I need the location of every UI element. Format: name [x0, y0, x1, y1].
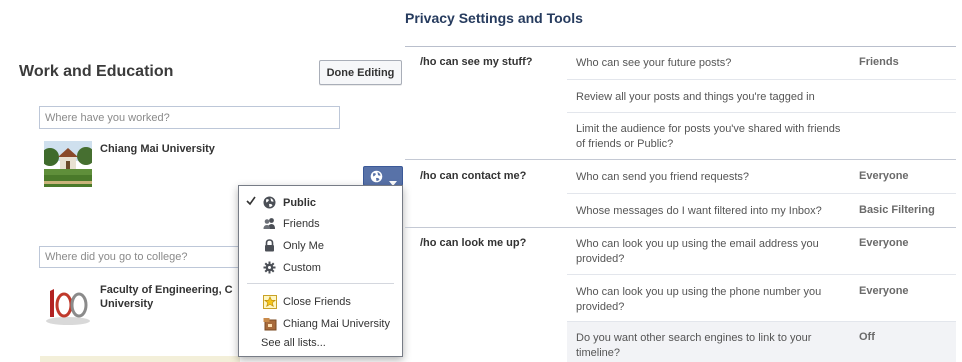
setting-future-posts-value[interactable]: Friends	[859, 56, 899, 68]
menu-item-label: Public	[283, 197, 317, 209]
menu-item-label: Close Friends	[283, 296, 351, 308]
menu-item-only-me[interactable]: Only Me	[239, 236, 402, 256]
setting-review-posts[interactable]: Review all your posts and things you're …	[576, 90, 848, 105]
menu-item-custom[interactable]: Custom	[239, 258, 402, 278]
setting-limit-audience[interactable]: Limit the audience for posts you've shar…	[576, 122, 848, 152]
star-list-icon	[263, 295, 277, 309]
privacy-title: Privacy Settings and Tools	[405, 10, 583, 26]
section-divider	[405, 227, 956, 228]
section-divider	[405, 159, 956, 160]
employer-thumbnail	[44, 141, 92, 187]
school-name[interactable]: Faculty of Engineering, C University	[100, 283, 240, 311]
setting-friend-requests[interactable]: Who can send you friend requests?	[576, 170, 848, 185]
school-thumbnail	[44, 281, 92, 327]
setting-search-engines[interactable]: Do you want other search engines to link…	[576, 331, 848, 361]
setting-future-posts[interactable]: Who can see your future posts?	[576, 56, 848, 71]
setting-email-lookup-value[interactable]: Everyone	[859, 237, 909, 249]
lock-icon	[263, 239, 276, 252]
checkmark-icon	[246, 196, 256, 209]
globe-icon	[370, 170, 383, 186]
menu-item-friends[interactable]: Friends	[239, 214, 402, 234]
row-divider	[567, 274, 956, 275]
menu-item-close-friends[interactable]: Close Friends	[239, 292, 402, 312]
row-divider	[567, 193, 956, 194]
friends-icon	[263, 217, 276, 230]
setting-friend-requests-value[interactable]: Everyone	[859, 170, 909, 182]
done-editing-button[interactable]: Done Editing	[319, 60, 402, 85]
menu-divider	[247, 283, 394, 284]
menu-item-label: Chiang Mai University	[283, 318, 390, 330]
setting-phone-lookup-value[interactable]: Everyone	[859, 285, 909, 297]
gear-icon	[263, 261, 276, 274]
menu-item-label: Only Me	[283, 240, 324, 252]
audience-menu: Public Friends Only Me Custom Close Frie…	[238, 185, 403, 357]
category-look-me-up: /ho can look me up?	[420, 237, 527, 249]
category-contact-me: /ho can contact me?	[420, 170, 527, 182]
menu-item-label: Custom	[283, 262, 321, 274]
see-all-lists-link[interactable]: See all lists...	[261, 337, 326, 349]
employer-name[interactable]: Chiang Mai University	[100, 143, 215, 155]
work-input[interactable]	[39, 106, 340, 129]
globe-icon	[263, 196, 276, 209]
school-name-line-1: Faculty of Engineering, C	[100, 284, 233, 296]
row-divider	[567, 112, 956, 113]
school-list-icon	[263, 317, 277, 331]
setting-message-filter-value[interactable]: Basic Filtering	[859, 204, 935, 216]
menu-item-chiang-mai-university[interactable]: Chiang Mai University	[239, 314, 402, 334]
setting-search-engines-value[interactable]: Off	[859, 331, 875, 343]
next-entry-strip	[40, 356, 240, 362]
setting-email-lookup[interactable]: Who can look you up using the email addr…	[576, 237, 848, 267]
row-divider	[567, 79, 956, 80]
school-name-line-2: University	[100, 298, 154, 310]
category-see-my-stuff: /ho can see my stuff?	[420, 56, 533, 68]
audience-selector-button[interactable]	[363, 166, 403, 186]
college-input[interactable]	[39, 246, 257, 268]
work-education-title: Work and Education	[19, 63, 174, 80]
setting-message-filter[interactable]: Whose messages do I want filtered into m…	[576, 204, 848, 219]
setting-phone-lookup[interactable]: Who can look you up using the phone numb…	[576, 285, 848, 315]
privacy-top-border	[405, 46, 956, 47]
menu-item-public[interactable]: Public	[239, 193, 402, 213]
menu-item-label: Friends	[283, 218, 320, 230]
